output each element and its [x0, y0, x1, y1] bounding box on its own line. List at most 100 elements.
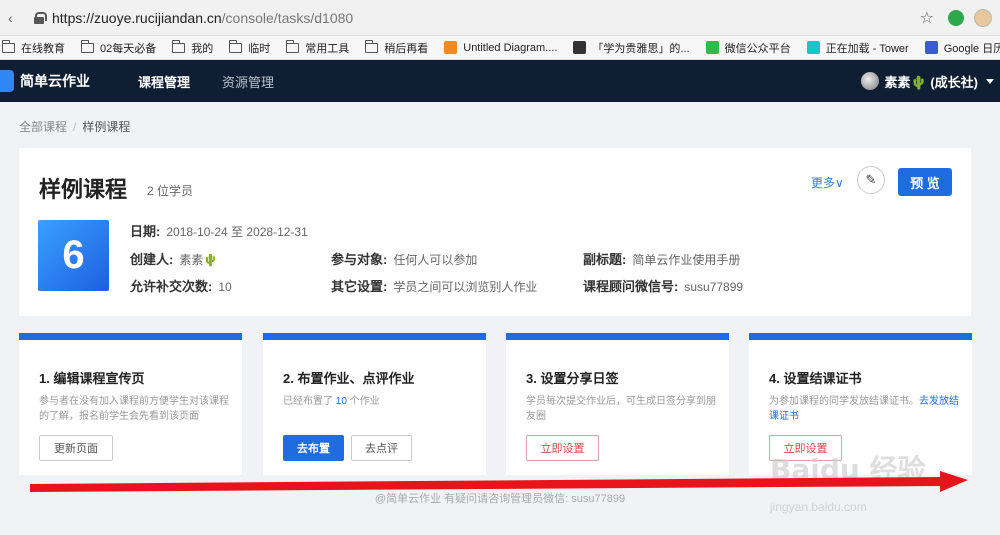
bookmark-item[interactable]: Google 日历 - 201... — [924, 40, 1000, 56]
bookmark-label: Untitled Diagram.... — [463, 41, 558, 54]
other-settings-info: 其它设置: 学员之间可以浏览别人作业 — [331, 276, 537, 295]
url-host: https://zuoye.rucijiandan.cn — [52, 9, 222, 26]
desc-suffix: 个作业 — [346, 396, 380, 407]
nav-resource-management[interactable]: 资源管理 — [222, 72, 274, 91]
step-title: 3. 设置分享日签 — [526, 371, 619, 386]
bookmark-label: 正在加载 - Tower — [825, 42, 909, 55]
step-title: 2. 布置作业、点评作业 — [283, 371, 415, 386]
folder-icon — [285, 39, 300, 53]
bookmark-item[interactable]: 稍后再看 — [364, 39, 429, 56]
lock-icon[interactable] — [34, 11, 47, 24]
bookmark-label: 常用工具 — [305, 42, 350, 55]
bookmark-label: 稍后再看 — [384, 42, 429, 55]
bookmark-item[interactable]: 「学为贵雅思」的... — [573, 40, 690, 56]
baidu-watermark-logo: Baidu 经验 — [770, 453, 926, 486]
bookmark-item[interactable]: 02每天必备 — [80, 39, 157, 56]
user-avatar — [860, 72, 879, 90]
more-dropdown[interactable]: 更多∨ — [811, 174, 844, 191]
other-value: 学员之间可以浏览别人作业 — [393, 280, 538, 294]
date-label: 日期: — [130, 224, 161, 239]
step-description: 为参加课程的同学发放结课证书。去发放结课证书 — [769, 394, 959, 424]
creator-info: 创建人: 素素🌵 — [130, 249, 218, 268]
app-header: 简单云作业 课程管理 资源管理 素素🌵 (成长社) — [0, 60, 1000, 102]
step-description: 参与者在没有加入课程前方便学生对该课程的了解，报名前学生会先看到该页面 — [39, 396, 229, 422]
wechat-info: 课程顾问微信号: susu77899 — [583, 276, 743, 295]
bookmark-label: 在线教育 — [21, 42, 65, 55]
folder-icon — [80, 39, 94, 53]
creator-value: 素素🌵 — [179, 253, 219, 267]
date-info: 日期: 2018-10-24 至 2028-12-31 — [130, 221, 308, 240]
desc-prefix: 已经布置了 — [283, 396, 336, 407]
site-favicon-icon — [705, 41, 719, 54]
chevron-down-icon — [986, 78, 994, 84]
course-title: 样例课程 — [39, 177, 128, 202]
date-value: 2018-10-24 至 2028-12-31 — [166, 225, 308, 239]
creator-label: 创建人: — [130, 252, 174, 267]
site-favicon-icon — [444, 41, 458, 54]
site-favicon-icon — [924, 41, 938, 54]
subtitle-info: 副标题: 简单云作业使用手册 — [583, 249, 740, 268]
edit-pencil-icon[interactable]: ✎ — [857, 166, 885, 194]
bookmark-label: 我的 — [191, 42, 214, 55]
assignment-count[interactable]: 10 — [336, 396, 347, 407]
folder-icon — [1, 39, 15, 53]
review-homework-button[interactable]: 去点评 — [351, 435, 412, 461]
assign-homework-button[interactable]: 去布置 — [283, 435, 344, 461]
bookmark-item[interactable]: 正在加载 - Tower — [806, 40, 909, 56]
wechat-extension-icon[interactable] — [948, 9, 964, 26]
setup-share-sign-button[interactable]: 立即设置 — [526, 435, 599, 461]
subtitle-label: 副标题: — [583, 252, 627, 267]
other-label: 其它设置: — [331, 279, 388, 294]
bookmark-item[interactable]: 临时 — [228, 39, 270, 56]
step-card-share-sign: 3. 设置分享日签 学员每次提交作业后，可生成日签分享到朋友圈 立即设置 — [506, 333, 729, 475]
breadcrumb: 全部课程 / 样例课程 — [19, 118, 130, 135]
step-description: 学员每次提交作业后，可生成日签分享到朋友圈 — [526, 396, 716, 422]
url-field[interactable]: https://zuoye.rucijiandan.cn/console/tas… — [52, 10, 920, 26]
bookmark-item[interactable]: Untitled Diagram.... — [444, 41, 557, 54]
bookmark-item[interactable]: 微信公众平台 — [705, 40, 791, 56]
step-card-assignments: 2. 布置作业、点评作业 已经布置了 10 个作业 去布置 去点评 — [263, 333, 486, 475]
makeup-label: 允许补交次数: — [130, 279, 213, 294]
brand-name[interactable]: 简单云作业 — [20, 71, 90, 91]
folder-icon — [171, 39, 186, 53]
bookmark-item[interactable]: 在线教育 — [1, 39, 65, 56]
step-description: 已经布置了 10 个作业 — [283, 394, 473, 409]
site-favicon-icon — [573, 41, 587, 54]
bookmark-star-icon[interactable]: ☆ — [920, 8, 934, 28]
makeup-info: 允许补交次数: 10 — [130, 276, 232, 295]
nav-course-management[interactable]: 课程管理 — [138, 72, 190, 91]
breadcrumb-all-courses[interactable]: 全部课程 — [19, 120, 67, 134]
folder-icon — [228, 39, 243, 53]
audience-label: 参与对象: — [331, 252, 388, 267]
course-card: 样例课程 2 位学员 更多∨ ✎ 预 览 6 日期: 2018-10-24 至 2… — [19, 148, 971, 316]
folder-icon — [364, 39, 379, 53]
bookmark-label: 「学为贵雅思」的... — [592, 42, 690, 55]
bookmarks-bar: 在线教育 02每天必备 我的 临时 常用工具 稍后再看 Untitled Diagram..… — [0, 36, 1000, 60]
bookmark-label: 微信公众平台 — [724, 42, 791, 55]
cover-logo: 6 — [62, 233, 85, 277]
bookmark-label: Google 日历 - 201... — [943, 42, 1000, 55]
makeup-value: 10 — [218, 280, 232, 294]
breadcrumb-current: 样例课程 — [82, 120, 131, 134]
course-cover-image: 6 — [38, 220, 109, 291]
url-path: /console/tasks/d1080 — [221, 9, 354, 26]
update-page-button[interactable]: 更新页面 — [39, 435, 113, 461]
profile-avatar[interactable] — [974, 8, 992, 27]
subtitle-value: 简单云作业使用手册 — [632, 253, 741, 267]
preview-button[interactable]: 预 览 — [898, 168, 952, 196]
step-title: 1. 编辑课程宣传页 — [39, 371, 145, 386]
desc-text: 为参加课程的同学发放结课证书。 — [769, 396, 919, 407]
site-favicon-icon — [806, 41, 820, 54]
back-arrow-icon[interactable]: ‹ — [8, 10, 22, 26]
brand-logo-icon[interactable] — [0, 70, 14, 92]
wechat-value: susu77899 — [684, 280, 744, 294]
bookmark-label: 02每天必备 — [100, 42, 157, 55]
user-name: 素素🌵 (成长社) — [884, 74, 978, 90]
step-title: 4. 设置结课证书 — [769, 371, 862, 386]
student-count: 2 位学员 — [147, 184, 194, 198]
wechat-label: 课程顾问微信号: — [583, 279, 679, 294]
baidu-watermark-url: jingyan.baidu.com — [770, 500, 867, 514]
user-menu[interactable]: 素素🌵 (成长社) — [860, 72, 1000, 91]
bookmark-item[interactable]: 我的 — [171, 39, 214, 56]
bookmark-item[interactable]: 常用工具 — [285, 39, 350, 56]
